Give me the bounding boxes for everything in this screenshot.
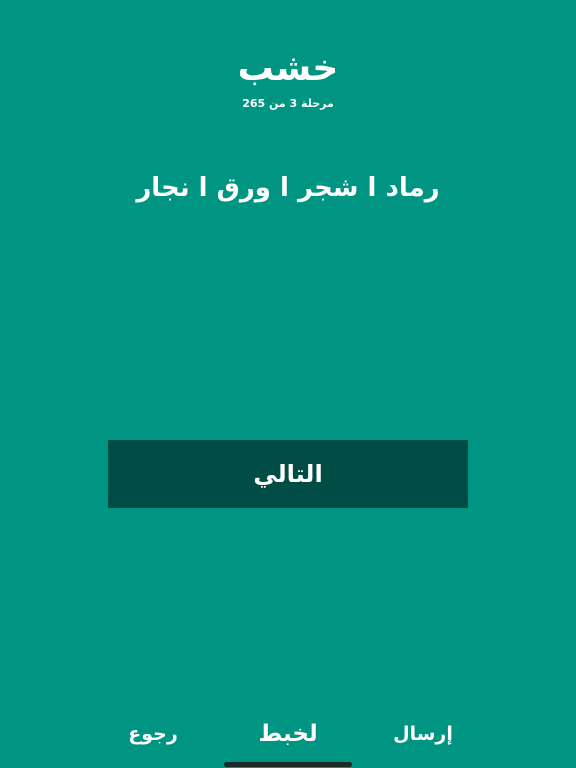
answer-word: خشب — [237, 48, 339, 89]
next-button[interactable]: التالي — [108, 440, 468, 508]
back-button[interactable]: رجوع — [113, 712, 193, 756]
stage-counter: مرحلة 3 من 265 — [242, 97, 334, 110]
home-indicator[interactable] — [224, 762, 352, 767]
send-button[interactable]: إرسال — [383, 712, 463, 756]
clue-words: رماد ا شجر ا ورق ا نجار — [136, 173, 440, 203]
bottom-action-bar: إرسال لخبط رجوع — [0, 712, 576, 756]
shuffle-button[interactable]: لخبط — [248, 712, 328, 756]
